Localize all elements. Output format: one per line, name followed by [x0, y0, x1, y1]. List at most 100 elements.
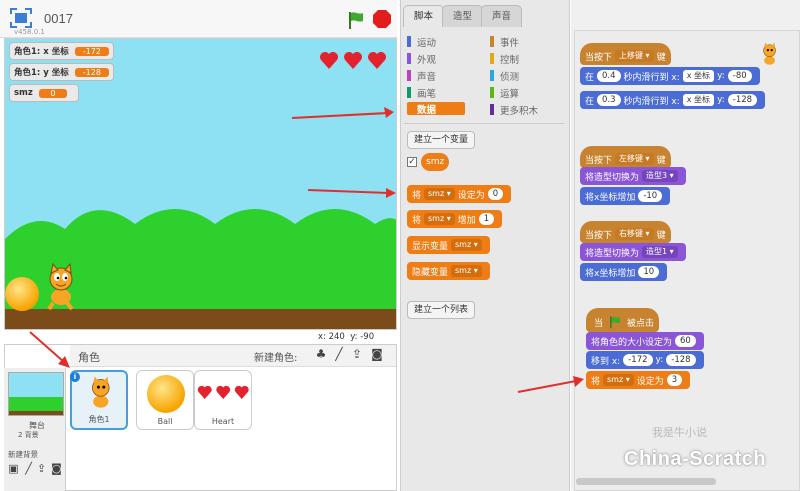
value-input[interactable]: -10 — [638, 190, 663, 202]
when-flag-clicked-hat[interactable]: 当 被点击 — [586, 308, 660, 332]
sprite-card-heart[interactable]: Heart — [194, 370, 252, 430]
category-events[interactable]: 事件 — [490, 35, 519, 49]
value-input[interactable]: 10 — [638, 266, 660, 278]
go-to-xy-block[interactable]: 移到 x: -172 y: -128 — [586, 351, 704, 369]
variable-dropdown[interactable]: smz ▾ — [603, 374, 634, 386]
y-input[interactable]: -80 — [727, 70, 752, 82]
ball-thumbnail-icon — [147, 375, 185, 413]
ghost-watermark-text: 我是牛小说 — [652, 426, 707, 439]
category-swatch — [407, 87, 411, 98]
x-position-reporter[interactable]: x 坐标 — [682, 94, 715, 106]
stage-thumbnail[interactable] — [8, 372, 64, 416]
glide-block[interactable]: 在 0.4 秒内滑行到 x: x 坐标 y: -80 — [580, 67, 760, 85]
green-flag-icon[interactable] — [346, 10, 366, 30]
category-swatch — [407, 36, 411, 47]
sprite-library-icon[interactable]: ♣ — [314, 347, 328, 361]
switch-costume-block[interactable]: 将造型切换为 造型1 ▾ — [580, 243, 686, 261]
horizontal-scrollbar[interactable] — [576, 478, 716, 485]
category-more-blocks[interactable]: 更多积木 — [490, 103, 538, 117]
x-position-reporter[interactable]: x 坐标 — [682, 70, 715, 82]
cat-sprite[interactable] — [39, 263, 81, 311]
tab-sounds[interactable]: 声音 — [481, 5, 523, 27]
x-input[interactable]: -172 — [623, 354, 653, 366]
upload-icon[interactable]: ⇪ — [350, 347, 364, 361]
camera-icon[interactable]: ◙ — [370, 347, 384, 361]
backdrop-camera-icon[interactable]: ◙ — [50, 463, 63, 475]
backdrop-library-icon[interactable]: ▣ — [7, 463, 20, 475]
value-input[interactable]: 0 — [487, 188, 504, 200]
category-motion[interactable]: 运动 — [407, 35, 436, 49]
tab-scripts[interactable]: 脚本 — [403, 5, 445, 27]
costume-dropdown[interactable]: 造型3 ▾ — [642, 170, 678, 182]
set-size-block[interactable]: 将角色的大小设定为 60 — [586, 332, 704, 350]
value-input[interactable]: 3 — [666, 374, 683, 386]
sprite-corner-icon — [763, 42, 776, 65]
variable-dropdown[interactable]: smz ▾ — [451, 265, 482, 277]
info-icon[interactable]: i — [70, 372, 80, 382]
green-flag-icon — [610, 316, 620, 329]
cat-thumbnail-icon — [92, 376, 110, 408]
category-operators[interactable]: 运算 — [490, 86, 519, 100]
project-title[interactable]: 0017 — [44, 11, 73, 26]
sprite-name: Ball — [157, 417, 173, 426]
category-pen[interactable]: 画笔 — [407, 86, 436, 100]
change-x-block[interactable]: 将x坐标增加 -10 — [580, 187, 671, 205]
category-control[interactable]: 控制 — [490, 52, 519, 66]
y-input[interactable]: -128 — [666, 354, 696, 366]
when-key-pressed-hat[interactable]: 当按下 上移键 ▾ 键 — [580, 43, 671, 65]
when-key-pressed-hat[interactable]: 当按下 左移键 ▾ 键 — [580, 146, 671, 168]
variable-reporter-smz[interactable]: smz — [421, 153, 450, 171]
set-variable-block[interactable]: 将 smz ▾ 设定为 3 — [586, 371, 691, 389]
key-dropdown[interactable]: 左移键 ▾ — [615, 153, 654, 165]
costume-dropdown[interactable]: 造型1 ▾ — [642, 246, 678, 258]
sprites-title: 角色 — [78, 351, 100, 364]
category-looks[interactable]: 外观 — [407, 52, 436, 66]
value-input[interactable]: 1 — [478, 213, 495, 225]
fullscreen-icon[interactable] — [10, 8, 32, 28]
variable-dropdown[interactable]: smz ▾ — [424, 188, 455, 200]
make-variable-button[interactable]: 建立一个变量 — [407, 131, 476, 149]
hearts-sprite[interactable] — [319, 49, 389, 71]
backdrop-upload-icon[interactable]: ⇪ — [35, 463, 48, 475]
seconds-input[interactable]: 0.4 — [597, 70, 621, 82]
paint-brush-icon[interactable]: ╱ — [332, 347, 346, 361]
y-input[interactable]: -128 — [727, 94, 758, 106]
variable-dropdown[interactable]: smz ▾ — [451, 239, 482, 251]
hide-variable-block[interactable]: 隐藏变量 smz ▾ — [407, 262, 490, 280]
change-x-block[interactable]: 将x坐标增加 10 — [580, 263, 668, 281]
variable-checkbox[interactable]: ✓ — [407, 157, 417, 167]
annotation-arrow — [517, 376, 584, 393]
category-swatch — [490, 70, 494, 81]
sprite-name: Heart — [211, 417, 235, 426]
category-swatch — [490, 53, 494, 64]
change-variable-block[interactable]: 将 smz ▾ 增加 1 — [407, 210, 503, 228]
category-swatch — [407, 53, 411, 64]
tab-costumes[interactable]: 造型 — [442, 5, 484, 27]
category-divider — [404, 123, 564, 124]
value-input[interactable]: 60 — [675, 335, 696, 347]
seconds-input[interactable]: 0.3 — [597, 94, 621, 106]
variable-dropdown[interactable]: smz ▾ — [424, 213, 455, 225]
monitor-y-position: 角色1: y 坐标 -128 — [9, 63, 114, 81]
key-dropdown[interactable]: 上移键 ▾ — [615, 50, 654, 62]
sprite-card-ball[interactable]: Ball — [136, 370, 194, 430]
show-variable-block[interactable]: 显示变量 smz ▾ — [407, 236, 490, 254]
set-variable-block[interactable]: 将 smz ▾ 设定为 0 — [407, 185, 512, 203]
when-key-pressed-hat[interactable]: 当按下 右移键 ▾ 键 — [580, 221, 671, 243]
category-sound[interactable]: 声音 — [407, 69, 436, 83]
stop-icon[interactable] — [373, 10, 391, 28]
annotation-arrow — [29, 331, 70, 368]
category-data[interactable]: 数据 — [407, 102, 465, 116]
key-dropdown[interactable]: 右移键 ▾ — [615, 228, 654, 240]
category-swatch — [407, 70, 411, 81]
ball-sprite[interactable] — [5, 277, 39, 311]
backdrops-count: 2 背景 — [18, 431, 39, 439]
backdrop-paint-icon[interactable]: ╱ — [22, 463, 35, 475]
make-list-button[interactable]: 建立一个列表 — [407, 301, 476, 319]
sprite-name: 角色1 — [88, 415, 110, 424]
monitor-smz: smz 0 — [9, 84, 79, 102]
category-sensing[interactable]: 侦测 — [490, 69, 519, 83]
stage-thumbnail-image — [9, 397, 63, 415]
glide-block[interactable]: 在 0.3 秒内滑行到 x: x 坐标 y: -128 — [580, 91, 766, 109]
switch-costume-block[interactable]: 将造型切换为 造型3 ▾ — [580, 167, 686, 185]
